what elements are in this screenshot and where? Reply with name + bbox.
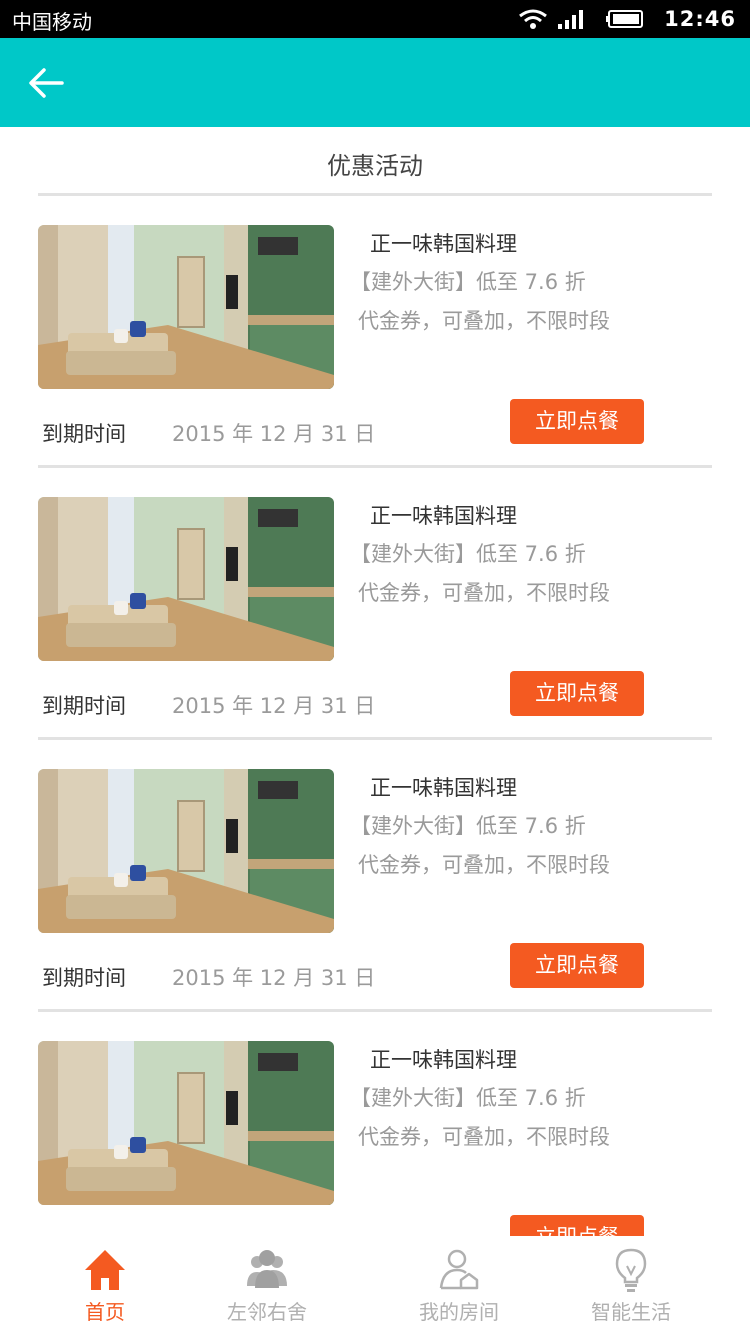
expiry-label: 到期时间 xyxy=(42,694,126,718)
lightbulb-icon xyxy=(615,1248,647,1292)
room-photo xyxy=(38,1041,334,1205)
tab-label-home: 首页 xyxy=(85,1300,125,1324)
page-title: 优惠活动 xyxy=(327,152,423,180)
arrow-left-icon xyxy=(29,68,64,98)
tab-smart-life[interactable]: 智能生活 xyxy=(566,1236,696,1334)
discount-text: 【建外大街】低至 7.6 折 xyxy=(350,1086,586,1110)
tab-my-room[interactable]: 我的房间 xyxy=(394,1236,524,1334)
tab-label-smart-life: 智能生活 xyxy=(591,1300,671,1324)
room-photo xyxy=(38,497,334,661)
deal-card[interactable]: 正一味韩国料理 【建外大街】低至 7.6 折 代金券，可叠加，不限时段 到期时间… xyxy=(0,196,750,468)
coupon-terms: 代金券，可叠加，不限时段 xyxy=(358,581,610,605)
order-now-button[interactable]: 立即点餐 xyxy=(510,1215,644,1236)
discount-text: 【建外大街】低至 7.6 折 xyxy=(350,270,586,294)
expiry-label: 到期时间 xyxy=(42,422,126,446)
neighbors-icon xyxy=(247,1250,287,1288)
restaurant-name: 正一味韩国料理 xyxy=(370,504,517,528)
deal-image[interactable] xyxy=(38,1041,334,1205)
app-bar xyxy=(0,38,750,127)
discount-text: 【建外大街】低至 7.6 折 xyxy=(350,814,586,838)
room-photo xyxy=(38,769,334,933)
signal-icon xyxy=(558,10,584,29)
expiry-date: 2015 年 12 月 31 日 xyxy=(172,422,376,446)
tab-label-neighbors: 左邻右舍 xyxy=(227,1300,307,1324)
restaurant-name: 正一味韩国料理 xyxy=(370,776,517,800)
deal-image[interactable] xyxy=(38,225,334,389)
deal-list[interactable]: 正一味韩国料理 【建外大街】低至 7.6 折 代金券，可叠加，不限时段 到期时间… xyxy=(0,196,750,1236)
restaurant-name: 正一味韩国料理 xyxy=(370,232,517,256)
order-now-button[interactable]: 立即点餐 xyxy=(510,943,644,988)
tab-neighbors[interactable]: 左邻右舍 xyxy=(202,1236,332,1334)
coupon-terms: 代金券，可叠加，不限时段 xyxy=(358,309,610,333)
expiry-label: 到期时间 xyxy=(42,966,126,990)
expiry-date: 2015 年 12 月 31 日 xyxy=(172,694,376,718)
tab-label-my-room: 我的房间 xyxy=(419,1300,499,1324)
wifi-icon xyxy=(519,9,548,29)
order-now-button[interactable]: 立即点餐 xyxy=(510,671,644,716)
deal-card[interactable]: 正一味韩国料理 【建外大街】低至 7.6 折 代金券，可叠加，不限时段 到期时间… xyxy=(0,468,750,740)
expiry-date: 2015 年 12 月 31 日 xyxy=(172,966,376,990)
status-bar: 中国移动 12:46 xyxy=(0,0,750,38)
status-icons: 12:46 xyxy=(518,6,736,32)
back-button[interactable] xyxy=(26,62,68,104)
discount-text: 【建外大街】低至 7.6 折 xyxy=(350,542,586,566)
coupon-terms: 代金券，可叠加，不限时段 xyxy=(358,1125,610,1149)
deal-image[interactable] xyxy=(38,497,334,661)
carrier-name: 中国移动 xyxy=(12,10,92,34)
clock: 12:46 xyxy=(664,7,736,31)
deal-card[interactable]: 正一味韩国料理 【建外大街】低至 7.6 折 代金券，可叠加，不限时段 到期时间… xyxy=(0,740,750,1012)
home-icon xyxy=(85,1250,125,1290)
bottom-tab-bar: 首页 左邻右舍 我的房间 智能生活 xyxy=(0,1236,750,1334)
coupon-terms: 代金券，可叠加，不限时段 xyxy=(358,853,610,877)
order-now-button[interactable]: 立即点餐 xyxy=(510,399,644,444)
my-room-icon xyxy=(439,1249,479,1290)
battery-icon xyxy=(606,10,644,28)
deal-image[interactable] xyxy=(38,769,334,933)
room-photo xyxy=(38,225,334,389)
deal-card[interactable]: 正一味韩国料理 【建外大街】低至 7.6 折 代金券，可叠加，不限时段 到期时间… xyxy=(0,1012,750,1236)
restaurant-name: 正一味韩国料理 xyxy=(370,1048,517,1072)
tab-home[interactable]: 首页 xyxy=(40,1236,170,1334)
